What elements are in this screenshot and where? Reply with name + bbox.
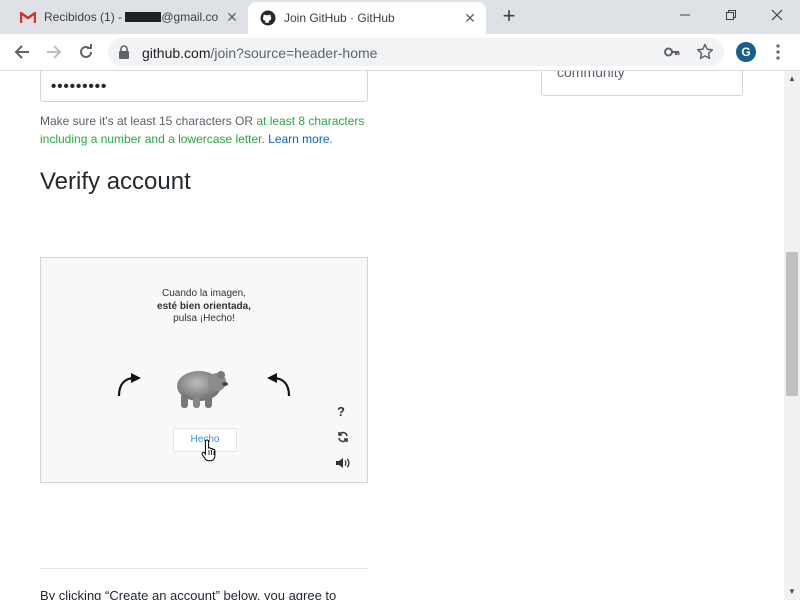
lock-icon (118, 45, 130, 64)
password-hint: Make sure it's at least 15 characters OR… (40, 114, 365, 146)
tab-title: Recibidos (1) - @gmail.co (44, 10, 219, 24)
browser-toolbar: github.com/join?source=header-home G (0, 34, 800, 71)
terms-text: By clicking “Create an account” below, y… (40, 588, 337, 600)
scroll-up-arrow[interactable]: ▲ (784, 71, 800, 87)
minimize-button[interactable] (662, 0, 708, 30)
hand-cursor-icon (201, 438, 219, 467)
tab-strip: Recibidos (1) - @gmail.co ✕ Join GitHub … (0, 0, 800, 34)
tab-gmail[interactable]: Recibidos (1) - @gmail.co ✕ (8, 0, 248, 34)
close-tab-icon[interactable]: ✕ (224, 9, 240, 25)
forward-button[interactable] (42, 40, 66, 64)
profile-avatar[interactable]: G (736, 42, 756, 62)
restore-button[interactable] (708, 0, 754, 30)
learn-more-link[interactable]: Learn more (268, 132, 329, 146)
rotate-right-icon[interactable] (265, 372, 293, 403)
reload-icon (80, 44, 92, 58)
section-divider (40, 568, 368, 569)
gmail-icon (20, 9, 36, 25)
rotate-left-icon[interactable] (115, 372, 143, 403)
tab-github[interactable]: Join GitHub · GitHub ✕ (248, 2, 486, 34)
captcha-help-icon[interactable]: ? (337, 404, 345, 419)
bookmark-star-icon[interactable] (696, 43, 714, 66)
reload-button[interactable] (74, 40, 98, 64)
captcha-instructions: Cuando la imagen, esté bien orientada, p… (157, 288, 251, 324)
verify-account-heading: Verify account (40, 168, 191, 195)
close-tab-icon[interactable]: ✕ (462, 10, 478, 26)
sidebar-card-text: community (557, 71, 625, 80)
new-tab-button[interactable]: + (498, 5, 520, 28)
page-viewport: community ••••••••• Make sure it's at le… (0, 71, 784, 600)
github-icon (260, 10, 276, 26)
sidebar-card: community (541, 71, 743, 96)
scroll-down-arrow[interactable]: ▼ (784, 584, 800, 600)
back-button[interactable] (10, 40, 34, 64)
password-field[interactable]: ••••••••• (40, 71, 368, 102)
address-bar[interactable]: github.com/join?source=header-home (108, 38, 724, 66)
close-window-button[interactable] (754, 0, 800, 30)
key-icon[interactable] (664, 44, 680, 65)
url-text: github.com/join?source=header-home (142, 45, 378, 61)
captcha-animal-image (177, 371, 228, 408)
captcha-panel: Cuando la imagen, esté bien orientada, p… (40, 257, 368, 483)
arrow-left-icon (14, 45, 29, 59)
scrollbar-thumb[interactable] (786, 252, 798, 396)
page-scrollbar[interactable]: ▲ ▼ (784, 71, 800, 600)
captcha-reload-icon[interactable] (337, 430, 349, 448)
redacted-text (125, 12, 162, 22)
tab-title: Join GitHub · GitHub (284, 11, 395, 25)
captcha-audio-icon[interactable] (335, 456, 351, 474)
arrow-right-icon (47, 45, 62, 59)
more-menu-icon[interactable] (770, 42, 786, 62)
